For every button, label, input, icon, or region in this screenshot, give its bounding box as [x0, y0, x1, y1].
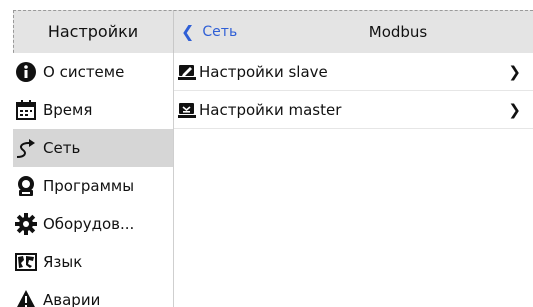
chevron-left-icon: ❮: [181, 22, 195, 41]
list-item-slave-settings[interactable]: Настройки slave ❯: [174, 53, 533, 91]
page-title: Modbus: [368, 22, 428, 41]
sidebar-item-equipment[interactable]: Оборудов...: [13, 205, 173, 243]
warning-icon: [15, 289, 37, 307]
back-button[interactable]: ❮ Сеть: [181, 10, 237, 53]
sidebar-item-alarms[interactable]: Аварии: [13, 281, 173, 307]
header-divider: [173, 10, 174, 53]
back-label: Сеть: [202, 23, 238, 40]
sidebar-item-network[interactable]: Сеть: [13, 129, 173, 167]
chevron-right-icon: ❯: [508, 100, 521, 119]
calendar-icon: [15, 99, 37, 121]
list-item-label: Настройки slave: [199, 62, 328, 81]
sidebar-item-label: Время: [43, 101, 93, 119]
master-device-icon: [178, 101, 196, 119]
sidebar-item-label: Сеть: [43, 139, 81, 157]
edit-device-icon: [178, 63, 196, 81]
map-icon: [15, 251, 37, 273]
sidebar-item-about[interactable]: О системе: [13, 53, 173, 91]
sidebar-item-label: Оборудов...: [43, 215, 135, 233]
gear-icon: [15, 213, 37, 235]
dashed-border-top: [13, 10, 533, 11]
app-window: Настройки ❮ Сеть Modbus О системе Время …: [13, 10, 533, 307]
list-item-label: Настройки master: [199, 100, 342, 119]
chevron-right-icon: ❯: [508, 62, 521, 81]
header-bar: Настройки ❮ Сеть Modbus: [13, 10, 533, 53]
program-icon: [15, 175, 37, 197]
sidebar-item-time[interactable]: Время: [13, 91, 173, 129]
sidebar-item-label: О системе: [43, 63, 125, 81]
settings-list: Настройки slave ❯ Настройки master ❯: [174, 53, 533, 307]
sidebar-item-label: Аварии: [43, 291, 101, 307]
sidebar-item-programs[interactable]: Программы: [13, 167, 173, 205]
settings-title: Настройки: [47, 22, 139, 41]
network-path-icon: [15, 137, 37, 159]
sidebar-item-label: Программы: [43, 177, 135, 195]
sidebar: О системе Время Сеть Программы Оборудов.…: [13, 53, 173, 307]
sidebar-item-label: Язык: [43, 253, 83, 271]
sidebar-item-language[interactable]: Язык: [13, 243, 173, 281]
list-item-master-settings[interactable]: Настройки master ❯: [174, 91, 533, 129]
info-icon: [15, 61, 37, 83]
